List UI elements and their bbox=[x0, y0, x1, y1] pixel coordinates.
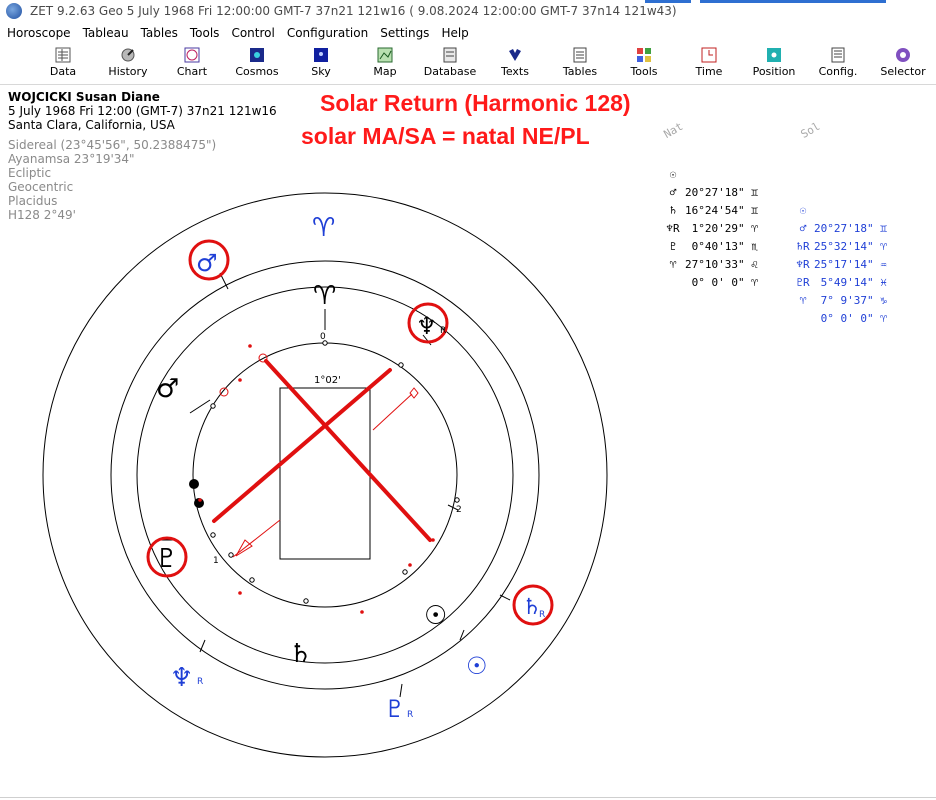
planet-pointer bbox=[499, 594, 511, 601]
chart-point bbox=[398, 362, 404, 368]
chart-point bbox=[228, 552, 234, 558]
aspect-line bbox=[232, 519, 281, 558]
aries-glyph: ♈ bbox=[312, 213, 335, 243]
saturn-glyph: ♄ bbox=[289, 639, 312, 669]
sun-glyph: ☉ bbox=[424, 601, 447, 631]
midpoint-orb-label: 1°02' bbox=[314, 375, 341, 386]
midpoint-rectangle bbox=[279, 387, 371, 560]
solar-planet-dot bbox=[238, 591, 242, 595]
natal-planet-dot bbox=[189, 479, 199, 489]
chart-wheel[interactable]: 0 2 1 1°02' ♈ ♂ ♆ R ♇ ☉ ♄ ♈ ♂ ♄ R ☉ ♆ R … bbox=[0, 0, 936, 800]
retrograde-label: R bbox=[539, 610, 545, 620]
pluto-glyph: ♇ bbox=[384, 695, 406, 723]
pluto-glyph: ♇ bbox=[155, 544, 178, 574]
solar-planet-dot bbox=[248, 344, 252, 348]
aspect-line bbox=[372, 393, 413, 431]
planet-pointer bbox=[189, 399, 211, 414]
chart-point bbox=[210, 532, 216, 538]
solar-planet-dot bbox=[198, 498, 202, 502]
mars-glyph: ♂ bbox=[196, 249, 218, 277]
aries-glyph: ♈ bbox=[313, 281, 336, 311]
mars-glyph: ♂ bbox=[156, 374, 179, 404]
cusp-label: 2 bbox=[456, 505, 462, 515]
retrograde-label: R bbox=[197, 677, 203, 687]
red-cross-line bbox=[212, 368, 392, 523]
chart-point bbox=[210, 403, 216, 409]
retrograde-label: R bbox=[407, 710, 413, 720]
solar-planet-dot bbox=[408, 563, 412, 567]
cusp-label: 0 bbox=[320, 332, 326, 342]
retrograde-label: R bbox=[440, 326, 446, 336]
outer-ring bbox=[42, 192, 608, 758]
solar-point-marker bbox=[219, 387, 229, 397]
chart-point bbox=[249, 577, 255, 583]
cusp-label: 1 bbox=[213, 556, 219, 566]
solar-point-marker bbox=[409, 387, 419, 399]
chart-point bbox=[303, 598, 309, 604]
solar-planet-dot bbox=[238, 378, 242, 382]
status-divider bbox=[0, 797, 936, 798]
neptune-glyph: ♆ bbox=[416, 312, 438, 340]
neptune-glyph: ♆ bbox=[170, 663, 193, 693]
chart-point bbox=[402, 569, 408, 575]
chart-point bbox=[454, 497, 460, 503]
solar-planet-dot bbox=[360, 610, 364, 614]
sun-glyph: ☉ bbox=[466, 652, 488, 680]
